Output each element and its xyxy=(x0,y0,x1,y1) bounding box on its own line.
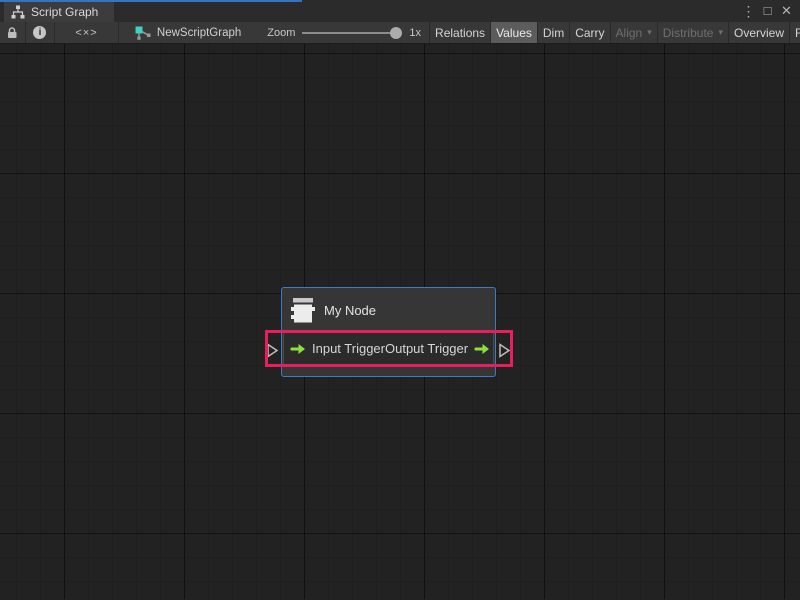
info-button[interactable]: i xyxy=(26,22,56,43)
tab-script-graph[interactable]: Script Graph xyxy=(4,2,114,22)
distribute-button: Distribute ▾ xyxy=(657,22,728,43)
zoom-slider-track[interactable] xyxy=(302,32,402,34)
carry-button[interactable]: Carry xyxy=(569,22,609,43)
flow-arrow-icon xyxy=(474,343,490,355)
zoom-slider-thumb[interactable] xyxy=(390,27,402,39)
output-trigger-port[interactable]: Output Trigger xyxy=(385,341,490,356)
outer-port-triangle-icon[interactable] xyxy=(498,343,511,358)
flow-arrow-icon xyxy=(290,343,306,355)
input-port-label: Input Trigger xyxy=(312,341,385,356)
tab-label: Script Graph xyxy=(31,5,98,19)
dim-button[interactable]: Dim xyxy=(537,22,569,43)
script-graph-icon xyxy=(135,25,151,40)
chevron-down-icon: ▾ xyxy=(718,27,723,38)
lock-icon xyxy=(6,26,18,40)
values-button[interactable]: Values xyxy=(490,22,537,43)
align-button: Align ▾ xyxy=(610,22,657,43)
zoom-label: Zoom xyxy=(267,27,295,39)
lock-button[interactable] xyxy=(0,22,26,43)
toolbar: i <×> NewScriptGraph Zoom 1x Relations xyxy=(0,22,800,44)
zoom-slider[interactable] xyxy=(302,26,402,40)
graph-name-label: NewScriptGraph xyxy=(157,27,241,39)
graph-tree-icon xyxy=(11,5,25,19)
script-graph-window: Script Graph ⋮ □ ✕ i <×> xyxy=(0,0,800,600)
code-brackets-icon: <×> xyxy=(75,27,97,39)
node-my-node[interactable]: My Node Input Trigger Output Trigger xyxy=(281,287,496,377)
maximize-icon[interactable]: □ xyxy=(760,0,775,22)
overview-button[interactable]: Overview xyxy=(728,22,789,43)
graph-canvas[interactable]: My Node Input Trigger Output Trigger xyxy=(0,44,800,599)
input-trigger-port[interactable]: Input Trigger xyxy=(290,341,385,356)
node-ports-row: Input Trigger Output Trigger xyxy=(283,332,494,365)
output-port-label: Output Trigger xyxy=(385,341,468,356)
close-icon[interactable]: ✕ xyxy=(779,0,794,22)
zoom-value: 1x xyxy=(409,27,421,39)
unit-node-icon xyxy=(290,294,316,326)
window-menu-icon[interactable]: ⋮ xyxy=(741,0,756,22)
outer-port-triangle-icon[interactable] xyxy=(266,343,279,358)
chevron-down-icon: ▾ xyxy=(647,27,652,38)
node-title: My Node xyxy=(324,303,376,318)
node-header[interactable]: My Node xyxy=(282,288,495,332)
window-controls: ⋮ □ ✕ xyxy=(741,0,800,22)
info-icon: i xyxy=(33,26,46,39)
fullscreen-button[interactable]: Full Screen xyxy=(789,22,800,43)
tab-bar: Script Graph ⋮ □ ✕ xyxy=(0,0,800,22)
code-preview-button[interactable]: <×> xyxy=(55,22,119,43)
relations-button[interactable]: Relations xyxy=(429,22,490,43)
zoom-control: Zoom 1x xyxy=(255,22,429,43)
graph-selector[interactable]: NewScriptGraph xyxy=(119,22,255,43)
